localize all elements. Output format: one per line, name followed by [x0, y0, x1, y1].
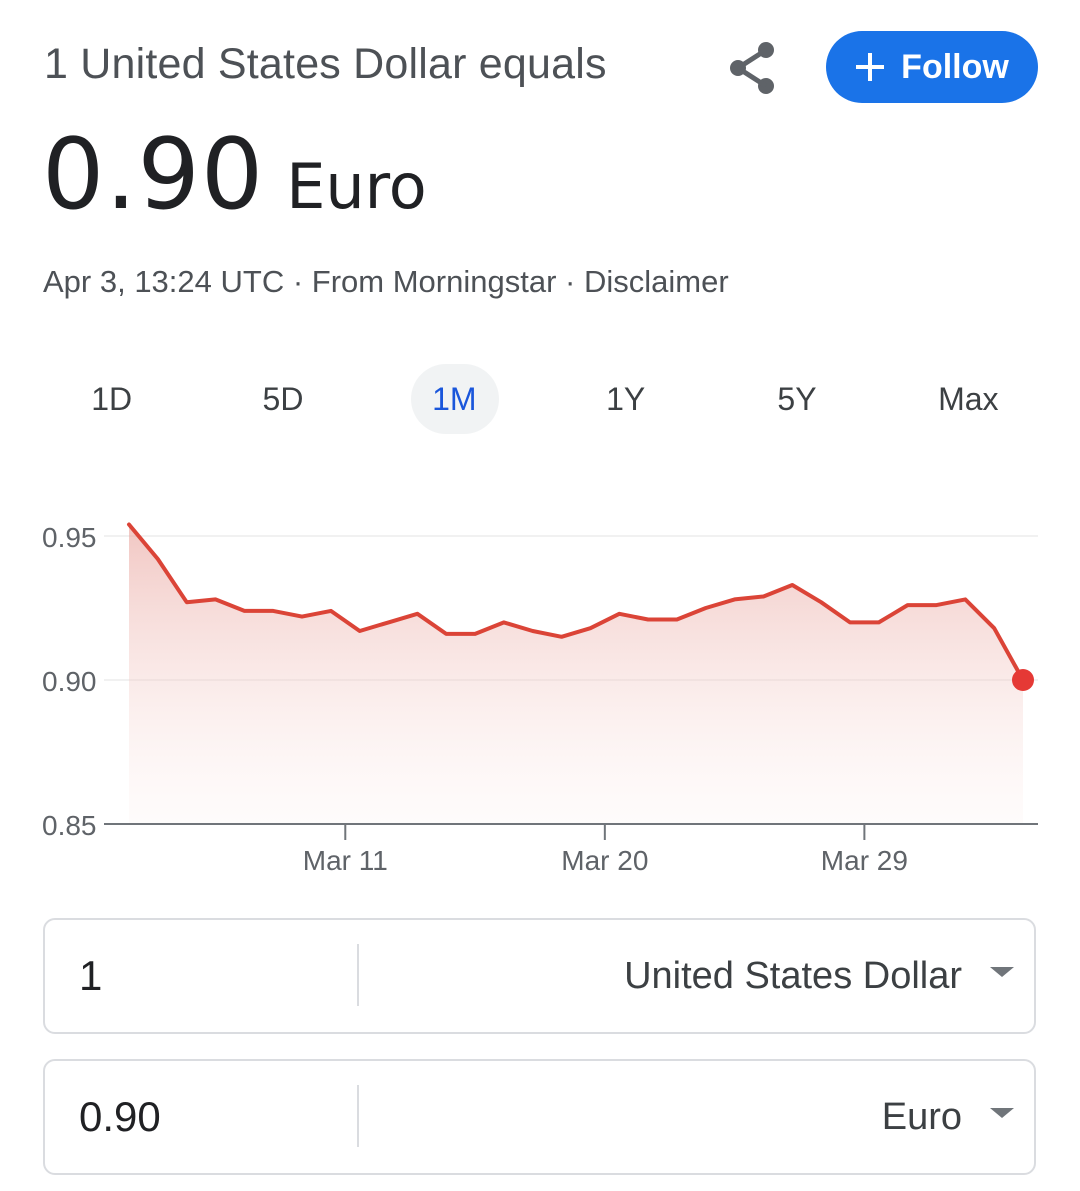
tab-label: 5D — [262, 380, 304, 417]
from-currency-label: United States Dollar — [624, 954, 962, 997]
meta-separator: · — [565, 264, 576, 299]
converter-from: 1 United States Dollar — [43, 918, 1036, 1034]
plus-icon — [856, 53, 885, 81]
source-text: From Morningstar — [311, 264, 557, 299]
meta-line: Apr 3, 13:24 UTC · From Morningstar · Di… — [43, 264, 729, 300]
tab-label: 1M — [432, 380, 477, 417]
rate-unit: Euro — [286, 150, 427, 223]
x-tick-label: Mar 11 — [303, 845, 388, 876]
dropdown-caret-icon — [990, 967, 1014, 977]
tab-max[interactable]: Max — [883, 364, 1054, 434]
disclaimer-link[interactable]: Disclaimer — [584, 264, 729, 299]
meta-separator: · — [292, 264, 304, 299]
tab-1y[interactable]: 1Y — [540, 364, 711, 434]
range-tabs: 1D 5D 1M 1Y 5Y Max — [26, 364, 1054, 434]
header-title: 1 United States Dollar equals — [44, 40, 607, 88]
tab-label: 1D — [91, 380, 133, 417]
y-tick-label: 0.85 — [42, 810, 97, 841]
series-area — [129, 524, 1023, 824]
x-tick-label: Mar 29 — [821, 845, 908, 876]
x-tick-label: Mar 20 — [561, 845, 648, 876]
follow-button[interactable]: Follow — [826, 31, 1038, 103]
tab-5y[interactable]: 5Y — [711, 364, 882, 434]
from-currency-select[interactable]: United States Dollar — [624, 920, 1014, 1032]
share-icon — [730, 42, 774, 94]
y-tick-label: 0.90 — [42, 666, 97, 697]
timestamp: Apr 3, 13:24 UTC — [43, 264, 285, 299]
rate-display: 0.90 Euro — [42, 118, 427, 232]
follow-label: Follow — [901, 47, 1009, 86]
share-button[interactable] — [722, 38, 782, 98]
divider — [357, 1085, 359, 1147]
tab-label: 5Y — [777, 380, 817, 417]
last-point-marker — [1012, 669, 1034, 691]
to-amount-input[interactable]: 0.90 — [79, 1061, 349, 1173]
to-currency-select[interactable]: Euro — [882, 1061, 1014, 1173]
rate-value: 0.90 — [42, 118, 265, 232]
y-tick-label: 0.95 — [42, 522, 97, 553]
price-chart[interactable]: 0.95 0.90 0.85 Mar 11 Mar 20 Mar 29 — [0, 470, 1080, 890]
tab-label: 1Y — [606, 380, 646, 417]
tab-1m[interactable]: 1M — [369, 364, 540, 434]
tab-label: Max — [938, 380, 999, 417]
tab-5d[interactable]: 5D — [197, 364, 368, 434]
tab-1d[interactable]: 1D — [26, 364, 197, 434]
to-currency-label: Euro — [881, 1095, 962, 1138]
converter-to: 0.90 Euro — [43, 1059, 1036, 1175]
divider — [357, 944, 359, 1006]
from-amount-input[interactable]: 1 — [79, 920, 349, 1032]
dropdown-caret-icon — [990, 1108, 1014, 1118]
